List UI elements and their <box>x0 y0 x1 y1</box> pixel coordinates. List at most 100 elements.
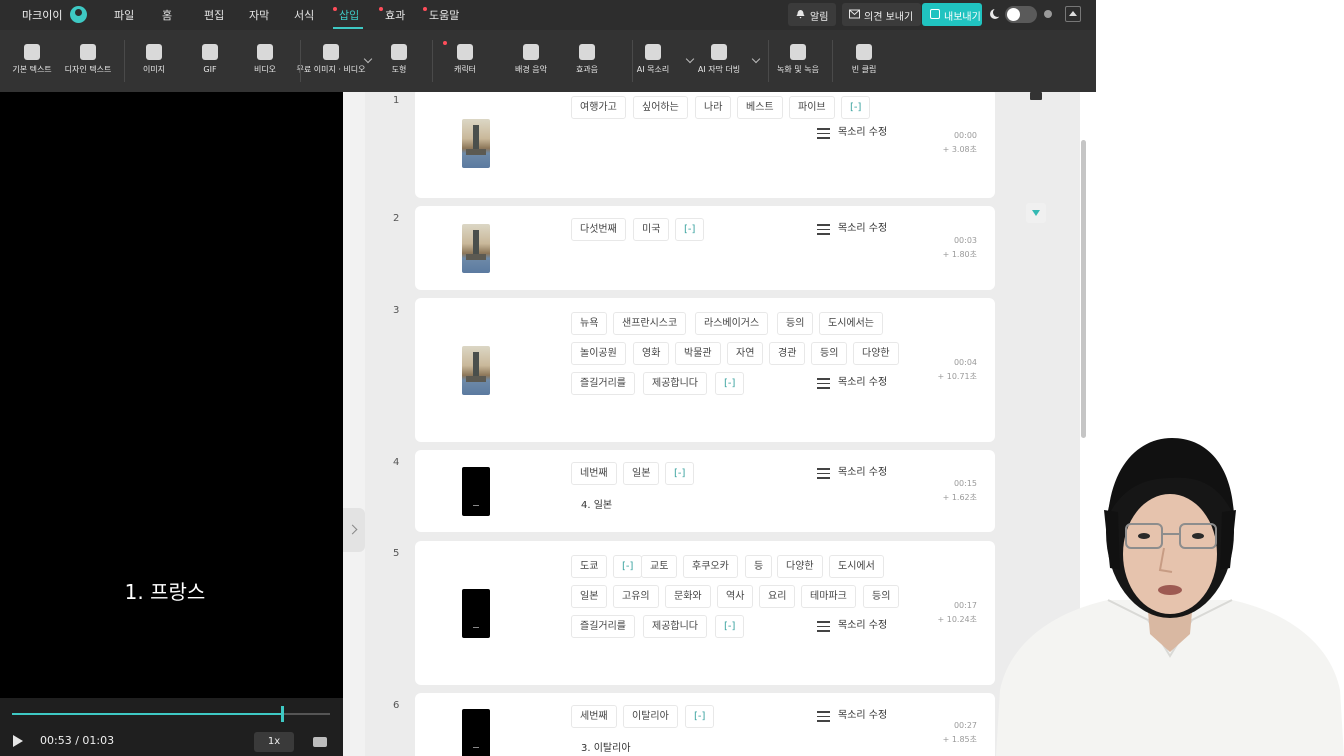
record-icon <box>790 44 806 60</box>
clip-start-time: 00:27 <box>953 721 977 730</box>
menu-1[interactable]: 파일 <box>114 7 134 23</box>
menu-2[interactable]: 홈 <box>162 7 172 23</box>
video-icon <box>257 44 273 60</box>
tool-design-text[interactable]: 디자인 텍스트 <box>62 30 114 92</box>
sliders-icon <box>817 711 830 722</box>
menu-4[interactable]: 자막 <box>249 7 269 23</box>
tool-blank-clip[interactable]: 빈 클립 <box>838 30 890 92</box>
tool-music[interactable]: 배경 음악 <box>505 30 557 92</box>
export-label: 내보내기 <box>944 12 981 23</box>
tool-gif[interactable]: GIF <box>184 30 236 92</box>
tool-ai-dubbing[interactable]: AI 자막 더빙 <box>693 30 761 92</box>
mail-icon <box>849 9 860 19</box>
filter-icon[interactable] <box>1026 203 1046 223</box>
menu-6[interactable]: 삽입 <box>339 7 359 23</box>
stock-media-icon <box>323 44 339 60</box>
feedback-button[interactable]: 의견 보내기 <box>842 3 922 26</box>
chevron-down-icon[interactable] <box>363 54 373 64</box>
preview-caption: 1. 프랑스 <box>124 580 206 604</box>
feedback-label: 의견 보내기 <box>864 12 914 23</box>
scrollbar[interactable] <box>1081 140 1086 438</box>
menu-new-dot <box>379 7 383 11</box>
toolbar-divider <box>832 40 833 82</box>
notifications-button[interactable]: 알림 <box>788 3 837 26</box>
active-menu-underline <box>333 27 363 29</box>
tool-sound-effect[interactable]: 효과음 <box>561 30 613 92</box>
theme-toggle[interactable] <box>1005 6 1037 23</box>
insert-toolbar: 기본 텍스트디자인 텍스트 이미지 GIF 비디오 무료 이미지 · 비디오 도형 캐릭터 배… <box>0 30 1096 92</box>
playback-speed-button[interactable]: 1x <box>254 732 294 752</box>
tool-label: 빈 클립 <box>851 65 877 74</box>
clip-timestamp: 00:27 + 1.85초 <box>943 719 977 747</box>
tool-label: 녹화 및 녹음 <box>777 65 819 74</box>
gif-icon <box>202 44 218 60</box>
tool-label: 도형 <box>391 65 407 74</box>
ai-dubbing-icon <box>711 44 727 60</box>
collapse-toolbar-button[interactable] <box>1065 6 1081 22</box>
chevron-down-icon[interactable] <box>751 54 761 64</box>
moon-icon <box>990 8 1002 19</box>
tool-video[interactable]: 비디오 <box>239 30 291 92</box>
user-avatar-icon[interactable] <box>70 6 87 23</box>
app-window: 마크이이 파일 홈 편집 자막 서식 삽입 효과 도움말 알림 의견 보내기 내보내기 기본 … <box>0 0 1344 756</box>
tool-label: 캐릭터 <box>453 65 477 74</box>
menu-5[interactable]: 서식 <box>294 7 314 23</box>
export-button[interactable]: 내보내기 <box>922 3 982 26</box>
voice-edit-label: 목소리 수정 <box>838 710 888 721</box>
tool-text[interactable]: 기본 텍스트 <box>6 30 58 92</box>
toolbar-divider <box>768 40 769 82</box>
menu-3[interactable]: 편집 <box>204 7 224 23</box>
seek-bar-fill <box>12 713 283 715</box>
ai-voice-icon <box>645 44 661 60</box>
export-icon <box>930 9 940 19</box>
design-text-icon <box>80 44 96 60</box>
menu-8[interactable]: 도움말 <box>429 7 459 23</box>
tool-label: 비디오 <box>253 65 277 74</box>
subtitle-text: 3. 이탈리아 <box>581 743 631 754</box>
clip-marker-icon <box>1030 92 1042 100</box>
clip-card[interactable]: 세번째 이탈리아 [-] 목소리 수정 3. 이탈리아 00:27 + 1.85초 <box>415 693 995 756</box>
script-clip-list: 1 여행가고 싶어하는 나라 베스트 파이브 [-] 목소리 수정 00:00 + 3.08초 2 다… <box>365 92 1080 756</box>
clip-thumbnail[interactable] <box>462 709 490 756</box>
shape-icon <box>391 44 407 60</box>
voice-edit-button[interactable]: 목소리 수정 <box>807 705 887 727</box>
tool-label: AI 목소리 <box>636 65 670 74</box>
blank-clip-icon <box>856 44 872 60</box>
tool-label: 디자인 텍스트 <box>64 65 112 74</box>
menu-new-dot <box>423 7 427 11</box>
pause-marker[interactable]: [-] <box>685 705 715 728</box>
clip-duration: + 1.85초 <box>942 735 977 744</box>
tool-record[interactable]: 녹화 및 녹음 <box>772 30 824 92</box>
subtitle-toggle-icon[interactable] <box>313 737 327 747</box>
tool-image[interactable]: 이미지 <box>128 30 180 92</box>
tool-ai-voice[interactable]: AI 목소리 <box>627 30 695 92</box>
text-icon <box>24 44 40 60</box>
toolbar-divider <box>124 40 125 82</box>
menu-7[interactable]: 효과 <box>385 7 405 23</box>
sound-effect-icon <box>579 44 595 60</box>
music-icon <box>523 44 539 60</box>
clip-number: 6 <box>393 700 400 711</box>
tool-stock-media[interactable]: 무료 이미지 · 비디오 <box>296 30 373 92</box>
toolbar-divider <box>432 40 433 82</box>
expand-panel-handle[interactable] <box>343 508 365 552</box>
panel-divider <box>343 92 365 756</box>
clip-row-6: 6 세번째 이탈리아 [-] 목소리 수정 3. 이탈리아 00:27 + 1.85초 <box>365 92 1080 756</box>
notifications-label: 알림 <box>810 12 829 23</box>
tool-character[interactable]: 캐릭터 <box>439 30 491 92</box>
playback-time: 00:53 / 01:03 <box>40 734 115 747</box>
menu-new-dot <box>333 7 337 11</box>
image-icon <box>146 44 162 60</box>
word-chip[interactable]: 세번째 <box>571 705 617 728</box>
word-chip[interactable]: 이탈리아 <box>623 705 678 728</box>
tool-label: 효과음 <box>575 65 599 74</box>
toolbar-divider <box>300 40 301 82</box>
player-controls: 00:53 / 01:03 1x <box>0 698 343 756</box>
video-preview: 1. 프랑스 00:53 / 01:03 1x <box>0 92 343 756</box>
new-feature-dot <box>443 41 447 45</box>
toggle-knob <box>1007 8 1020 21</box>
tool-shape[interactable]: 도형 <box>373 30 425 92</box>
play-icon[interactable] <box>13 735 23 747</box>
app-brand: 마크이이 <box>22 9 63 22</box>
seek-thumb[interactable] <box>281 706 285 722</box>
